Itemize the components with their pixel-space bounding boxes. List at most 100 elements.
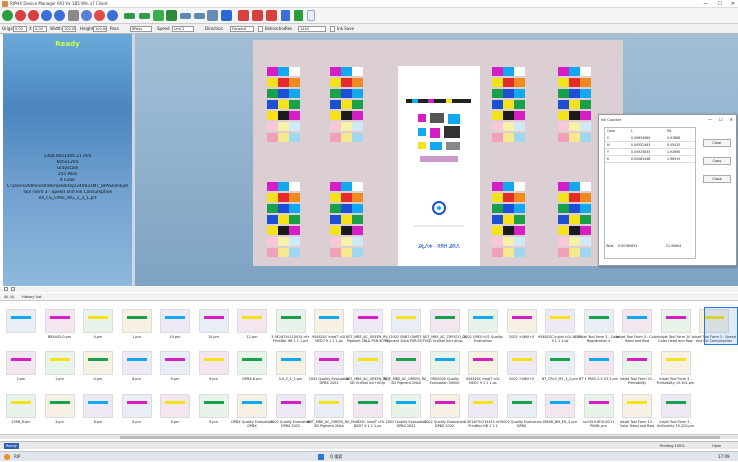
job-thumbnail[interactable]: [44, 394, 75, 418]
close-button[interactable]: ✕: [731, 0, 735, 8]
app-taskbar-icon[interactable]: [4, 454, 10, 460]
job-thumbnail[interactable]: [44, 351, 75, 375]
home-icon[interactable]: [238, 10, 249, 21]
job-thumbnail[interactable]: [83, 351, 113, 375]
minimize-button[interactable]: —: [703, 0, 708, 8]
job-thumbnail[interactable]: [660, 394, 691, 418]
job-thumbnail[interactable]: [545, 351, 575, 375]
job-thumbnail[interactable]: [198, 394, 229, 418]
job-thumbnail[interactable]: [429, 394, 460, 418]
job-thumbnail[interactable]: [6, 309, 36, 333]
job-thumbnail[interactable]: [468, 394, 498, 418]
job-thumbnail[interactable]: [583, 309, 614, 333]
job-thumbnail[interactable]: [121, 394, 152, 418]
maximize-button[interactable]: ☐: [717, 0, 721, 8]
job-thumbnail[interactable]: [391, 309, 421, 333]
speed-select[interactable]: Unit 2: [172, 26, 194, 32]
info-icon[interactable]: [107, 10, 118, 21]
table-row[interactable]: C 0.00634989 0.91868: [605, 135, 695, 142]
job-thumbnail[interactable]: [352, 351, 383, 375]
job-thumbnail[interactable]: [237, 351, 267, 375]
dialog-close-button[interactable]: ✕: [730, 117, 733, 122]
job-thumbnail[interactable]: [314, 351, 344, 375]
job-thumbnail[interactable]: [275, 394, 306, 418]
table-row[interactable]: Y 0.00925835 1.92690: [605, 149, 695, 156]
copy-button[interactable]: Copy: [703, 157, 731, 165]
job-thumbnail[interactable]: [275, 351, 306, 375]
home-left-icon[interactable]: [252, 10, 263, 21]
job-thumbnail[interactable]: [506, 351, 537, 375]
job-thumbnail[interactable]: [237, 394, 267, 418]
status-open[interactable]: Open: [712, 442, 721, 450]
job-thumbnail[interactable]: [160, 351, 190, 375]
job-thumbnail[interactable]: [160, 394, 190, 418]
thumbnail-scrollbar[interactable]: [0, 434, 738, 439]
job-thumbnail[interactable]: [506, 394, 537, 418]
dialog-maximize-button[interactable]: ☐: [719, 117, 723, 122]
clear-button[interactable]: Clear: [703, 139, 731, 147]
tab-all[interactable]: All (4): [4, 293, 14, 301]
scrollbar-thumb[interactable]: [120, 436, 720, 439]
job-thumbnail[interactable]: [622, 351, 652, 375]
number-icon[interactable]: [221, 10, 232, 21]
job-thumbnail[interactable]: [198, 309, 229, 333]
feed-back-icon[interactable]: [139, 13, 150, 19]
res-select[interactable]: 1440: [298, 26, 326, 32]
close-dialog-button[interactable]: Close: [703, 175, 731, 183]
direction-select[interactable]: Forward: [230, 26, 254, 32]
bidirection-checkbox[interactable]: [258, 26, 263, 32]
job-thumbnail[interactable]: [352, 309, 383, 333]
origin-y-field[interactable]: 0.00: [33, 26, 47, 32]
job-thumbnail[interactable]: [429, 351, 460, 375]
job-thumbnail[interactable]: [622, 309, 652, 333]
job-thumbnail[interactable]: [622, 394, 652, 418]
refresh-queue-icon[interactable]: [11, 287, 15, 291]
height-field[interactable]: 100.00: [93, 26, 107, 32]
job-thumbnail[interactable]: [314, 309, 344, 333]
pause-icon[interactable]: [41, 10, 52, 21]
settings-icon[interactable]: [81, 10, 92, 21]
job-thumbnail[interactable]: [468, 309, 498, 333]
job-thumbnail[interactable]: [314, 394, 344, 418]
job-thumbnail[interactable]: [660, 351, 691, 375]
check-icon[interactable]: [294, 10, 303, 21]
job-thumbnail[interactable]: [391, 394, 421, 418]
print-icon[interactable]: [15, 10, 26, 21]
job-thumbnail[interactable]: [6, 351, 36, 375]
resume-icon[interactable]: [54, 10, 65, 21]
table-row[interactable]: M 0.00552463 0.05415: [605, 142, 695, 149]
job-thumbnail[interactable]: [545, 309, 575, 333]
job-thumbnail[interactable]: [583, 394, 614, 418]
job-thumbnail[interactable]: [429, 309, 460, 333]
cancel-icon[interactable]: [94, 10, 105, 21]
job-thumbnail[interactable]: [506, 309, 537, 333]
move-icon[interactable]: [68, 10, 79, 21]
feed-forward-icon[interactable]: [124, 13, 135, 19]
windows-start-icon[interactable]: [318, 454, 324, 460]
origin-x-field[interactable]: 0.00: [13, 26, 27, 32]
queue-icon[interactable]: [4, 287, 8, 291]
job-thumbnail[interactable]: [121, 351, 152, 375]
job-thumbnail[interactable]: [160, 309, 190, 333]
job-thumbnail[interactable]: [121, 309, 152, 333]
clean-icon[interactable]: [153, 10, 164, 21]
job-thumbnail[interactable]: [660, 309, 691, 333]
ink-save-checkbox[interactable]: [330, 26, 335, 32]
job-thumbnail[interactable]: [391, 351, 421, 375]
job-thumbnail[interactable]: [352, 394, 383, 418]
job-thumbnail[interactable]: [237, 309, 267, 333]
tab-history[interactable]: History List: [22, 293, 42, 301]
selected-thumbnail-highlight[interactable]: [704, 307, 738, 345]
job-thumbnail[interactable]: [583, 351, 614, 375]
width-field[interactable]: 100.00: [62, 26, 76, 32]
job-thumbnail[interactable]: [468, 351, 498, 375]
job-thumbnail[interactable]: [198, 351, 229, 375]
job-thumbnail[interactable]: [6, 394, 36, 418]
carriage-left-icon[interactable]: [180, 13, 191, 19]
open-icon[interactable]: [2, 10, 13, 21]
carriage-right-icon[interactable]: [194, 13, 205, 19]
home-right-icon[interactable]: [266, 10, 277, 21]
stop-icon[interactable]: [28, 10, 39, 21]
job-thumbnail[interactable]: [83, 309, 113, 333]
dialog-minimize-button[interactable]: —: [708, 117, 712, 122]
